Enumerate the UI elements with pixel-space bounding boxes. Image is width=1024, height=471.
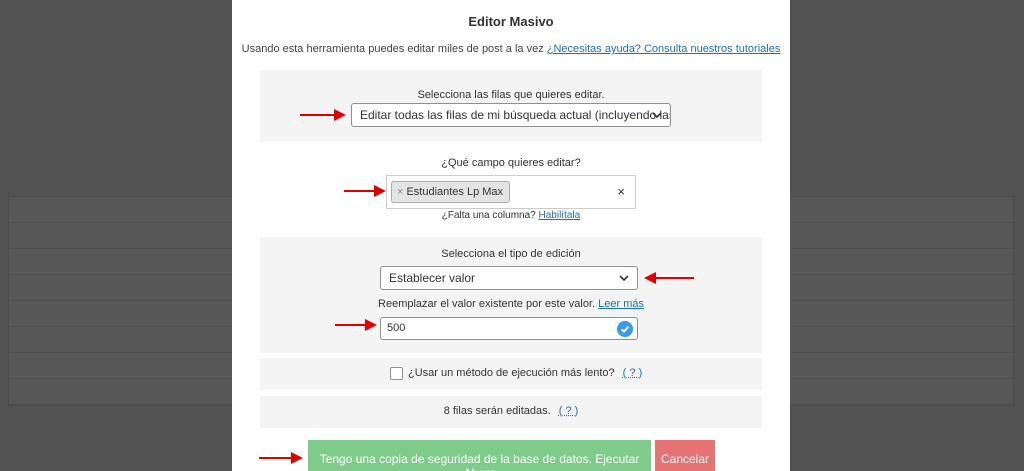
- summary-row: 8 filas serán editadas. ( ? ): [260, 405, 762, 417]
- annotation-arrow-run: [259, 452, 303, 464]
- field-section: ¿Qué campo quieres editar? × Estudiantes …: [260, 146, 762, 230]
- cancel-button[interactable]: Cancelar: [655, 440, 715, 471]
- rows-label: Selecciona las filas que quieres editar.: [417, 89, 605, 101]
- annotation-arrow-edit-type: [644, 272, 694, 284]
- rows-select-value: Editar todas las filas de mi búsqueda ac…: [360, 108, 671, 122]
- checkmark-icon: [617, 321, 633, 337]
- value-input-text: 500: [387, 322, 406, 334]
- tag-label: Estudiantes Lp Max: [406, 186, 504, 198]
- summary-text: 8 filas serán editadas.: [443, 405, 551, 417]
- slow-method-row: ¿Usar un método de ejecución más lento? (…: [408, 367, 642, 379]
- slow-method-section: ¿Usar un método de ejecución más lento? (…: [260, 358, 762, 390]
- run-now-button[interactable]: Tengo una copia de seguridad de la base …: [308, 440, 651, 471]
- edit-type-description: Reemplazar el valor existente por este v…: [260, 298, 762, 310]
- rows-section: Selecciona las filas que quieres editar.…: [260, 70, 762, 142]
- summary-help[interactable]: ( ? ): [559, 405, 579, 417]
- edit-type-description-text: Reemplazar el valor existente por este v…: [378, 298, 599, 310]
- edit-type-label: Selecciona el tipo de edición: [441, 248, 581, 260]
- bulk-editor-modal: Editor Masivo Usando esta herramienta pu…: [232, 0, 790, 471]
- edit-type-value: Establecer valor: [389, 271, 476, 285]
- summary-section: 8 filas serán editadas. ( ? ): [260, 396, 762, 428]
- edit-type-select[interactable]: Establecer valor: [380, 266, 638, 290]
- annotation-arrow-value: [335, 319, 377, 331]
- slow-method-help[interactable]: ( ? ): [623, 367, 643, 379]
- value-input[interactable]: 500: [380, 317, 638, 340]
- chevron-down-icon: [619, 275, 629, 282]
- annotation-arrow-rows: [300, 109, 346, 121]
- field-label: ¿Qué campo quieres editar?: [441, 157, 581, 169]
- annotation-arrow-field: [344, 185, 386, 197]
- missing-column-text: ¿Falta una columna?: [441, 210, 539, 221]
- intro-text: Usando esta herramienta puedes editar mi…: [241, 43, 547, 55]
- tutorials-link[interactable]: ¿Necesitas ayuda? Consulta nuestros tuto…: [547, 43, 781, 55]
- field-select[interactable]: × Estudiantes Lp Max ×: [386, 175, 636, 209]
- clear-icon[interactable]: ×: [617, 184, 625, 199]
- rows-select[interactable]: Editar todas las filas de mi búsqueda ac…: [351, 103, 671, 127]
- modal-title: Editor Masivo: [468, 14, 554, 29]
- slow-method-checkbox[interactable]: [390, 367, 403, 380]
- slow-method-label: ¿Usar un método de ejecución más lento?: [408, 367, 615, 379]
- edit-type-section: Selecciona el tipo de edición Establecer…: [260, 237, 762, 353]
- selected-field-tag: × Estudiantes Lp Max: [391, 181, 511, 203]
- read-more-link[interactable]: Leer más: [598, 298, 644, 310]
- missing-column-hint: ¿Falta una columna? Habilítala: [260, 210, 762, 221]
- chevron-down-icon: [652, 112, 662, 119]
- modal-intro: Usando esta herramienta puedes editar mi…: [232, 43, 790, 55]
- remove-tag-icon[interactable]: ×: [397, 186, 403, 198]
- enable-column-link[interactable]: Habilítala: [539, 210, 581, 221]
